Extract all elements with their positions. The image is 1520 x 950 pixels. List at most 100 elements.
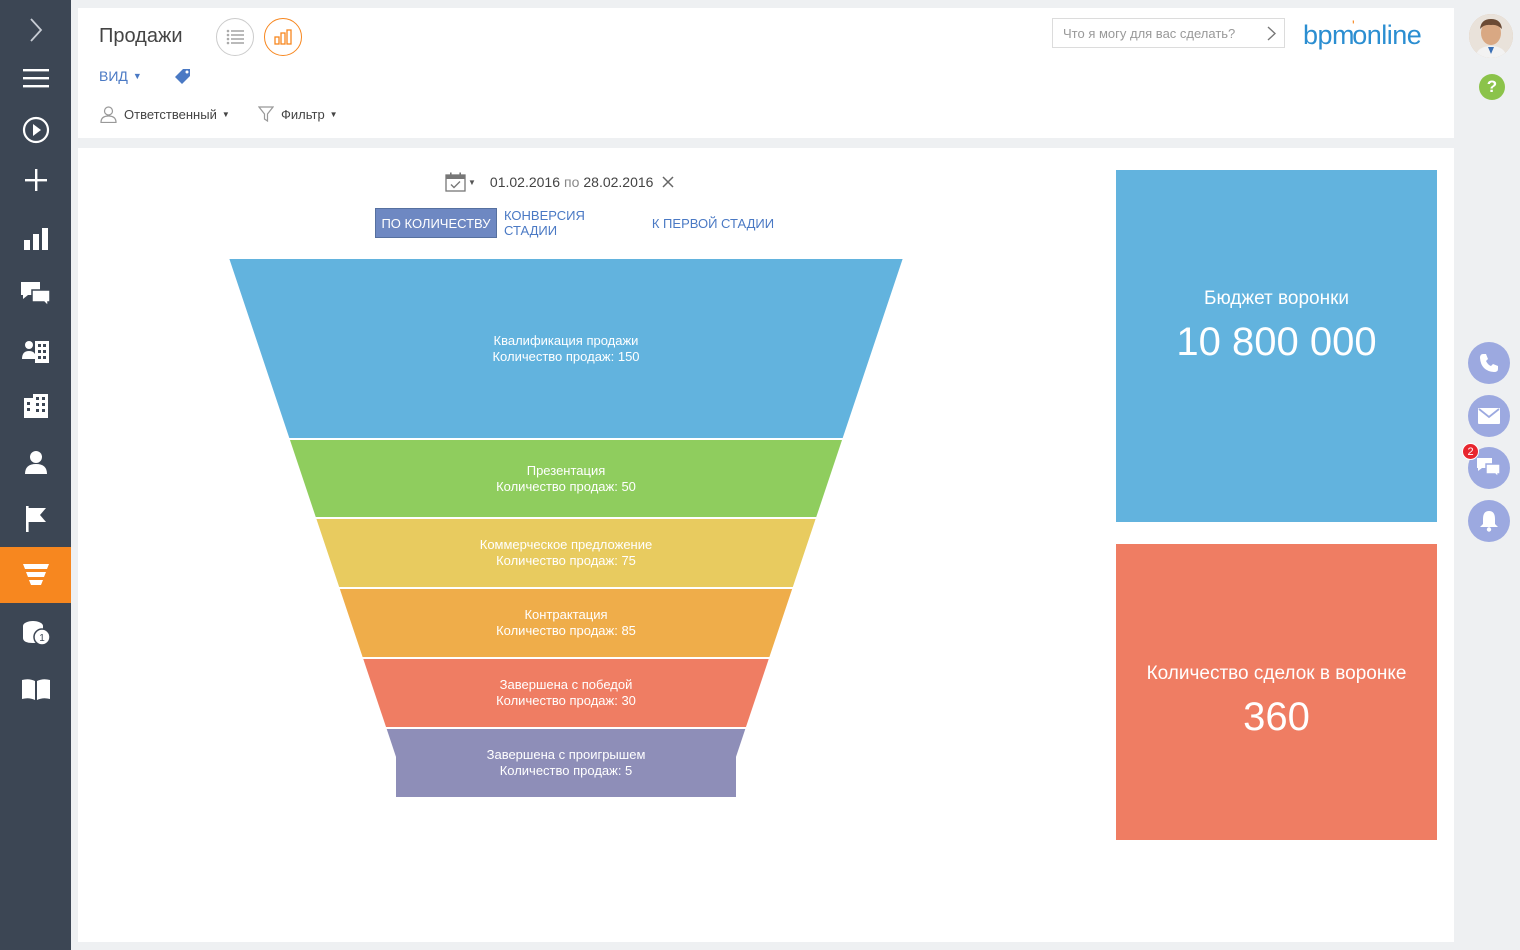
- mail-icon: [1478, 408, 1500, 424]
- sidebar-item-contacts-accounts[interactable]: [0, 323, 71, 379]
- view-menu-label: ВИД: [99, 68, 128, 84]
- tag-button[interactable]: [175, 68, 191, 89]
- avatar[interactable]: [1469, 14, 1513, 58]
- deals-count-kpi-tile: Количество сделок в воронке 360: [1116, 544, 1437, 840]
- page-title: Продажи: [99, 25, 183, 47]
- user-photo: [1469, 14, 1513, 58]
- period-filter: ▼ 01.02.2016 по 28.02.2016: [445, 172, 674, 192]
- sidebar-item-processes[interactable]: [0, 102, 71, 158]
- command-line: [1052, 18, 1285, 48]
- stage-count: Количество продаж: 30: [496, 693, 636, 708]
- budget-kpi-value: 10 800 000: [1176, 320, 1377, 364]
- bar-chart-icon: [23, 228, 48, 250]
- funnel-stage-label: Контрактация Количество продаж: 85: [228, 607, 904, 639]
- date-from[interactable]: 01.02.2016: [490, 174, 560, 190]
- caret-down-icon: ▼: [468, 177, 476, 187]
- deals-count-kpi-title: Количество сделок в воронке: [1146, 663, 1407, 684]
- sidebar-item-activities[interactable]: [0, 491, 71, 547]
- stage-name: Квалификация продажи: [493, 332, 639, 348]
- stage-name: Завершена с проигрышем: [486, 747, 646, 762]
- clear-period-button[interactable]: [662, 176, 674, 188]
- filter-icon: [258, 106, 274, 123]
- sidebar-item-accounts[interactable]: [0, 378, 71, 434]
- sidebar-item-contacts[interactable]: [0, 434, 71, 490]
- responsible-filter[interactable]: Ответственный ▼: [100, 106, 230, 123]
- flag-icon: [25, 506, 46, 532]
- stage-count: Количество продаж: 85: [496, 623, 636, 638]
- plus-icon: [24, 169, 47, 191]
- coins-icon: 1: [22, 621, 50, 646]
- view-menu[interactable]: ВИД ▼: [99, 68, 142, 84]
- tab-by-quantity[interactable]: ПО КОЛИЧЕСТВУ: [375, 208, 497, 238]
- caret-down-icon: ▼: [221, 110, 230, 119]
- sidebar-item-knowledge-base[interactable]: [0, 661, 71, 717]
- analytics-view-button[interactable]: [264, 18, 302, 56]
- stage-count: Количество продаж: 150: [492, 348, 640, 364]
- sidebar-item-funnel[interactable]: [0, 547, 71, 603]
- chevron-right-icon: [29, 18, 42, 42]
- list-icon: [226, 29, 244, 45]
- sidebar-item-dashboards[interactable]: [0, 211, 71, 267]
- date-separator: по: [564, 174, 580, 190]
- funnel-chart: Квалификация продажи Количество продаж: 1…: [226, 257, 906, 808]
- stage-name: Коммерческое предложение: [479, 537, 653, 552]
- responsible-filter-label: Ответственный: [124, 107, 217, 122]
- deals-count-kpi-value: 360: [1243, 695, 1310, 739]
- coins-badge: 1: [39, 633, 45, 644]
- funnel-stage-label: Квалификация продажи Количество продаж: 1…: [228, 333, 904, 365]
- filter-menu-label: Фильтр: [281, 107, 325, 122]
- funnel-stage-label: Завершена с проигрышем Количество продаж:…: [228, 747, 904, 779]
- filter-menu[interactable]: Фильтр ▼: [258, 106, 338, 123]
- budget-kpi-title: Бюджет воронки: [1203, 288, 1349, 309]
- caret-down-icon: ▼: [132, 71, 142, 81]
- phone-icon: [1480, 354, 1498, 372]
- funnel-stage-label: Завершена с победой Количество продаж: 30: [228, 677, 904, 709]
- calendar-icon: [445, 172, 466, 192]
- funnel-stage-label: Коммерческое предложение Количество прода…: [228, 537, 904, 569]
- date-to[interactable]: 28.02.2016: [583, 174, 653, 190]
- book-icon: [21, 679, 50, 700]
- stage-count: Количество продаж: 50: [496, 478, 636, 494]
- contacts-icon: [21, 341, 49, 363]
- sidebar-item-feed[interactable]: [0, 266, 71, 322]
- tag-icon: [175, 69, 190, 84]
- chat-icon: [1477, 458, 1501, 478]
- user-outline-icon: [100, 106, 117, 123]
- play-icon: [22, 116, 49, 144]
- sidebar-item-add[interactable]: [0, 152, 71, 208]
- sidebar-item-opportunities[interactable]: 1: [0, 605, 71, 661]
- stage-name: Контрактация: [524, 607, 608, 622]
- building-icon: [23, 394, 48, 418]
- tab-to-first-stage[interactable]: К ПЕРВОЙ СТАДИИ: [650, 208, 776, 238]
- list-view-button[interactable]: [216, 18, 254, 56]
- funnel-stage-label: Презентация Количество продаж: 50: [228, 463, 904, 495]
- phone-button[interactable]: [1468, 342, 1510, 384]
- funnel-dashboard: ▼ 01.02.2016 по 28.02.2016 ПО КОЛИЧЕСТВУ…: [78, 148, 1454, 942]
- stage-name: Завершена с победой: [499, 677, 633, 692]
- help-icon[interactable]: ?: [1479, 74, 1505, 100]
- period-picker-button[interactable]: ▼: [445, 172, 476, 192]
- funnel-icon: [22, 564, 49, 585]
- sidebar-menu-button[interactable]: [0, 50, 71, 106]
- notifications-button[interactable]: [1468, 500, 1510, 542]
- page-header: Продажи ВИД ▼ Ответственный ▼ Фильтр ▼ bpm'…: [78, 8, 1454, 138]
- chat-notification-badge: 2: [1462, 443, 1479, 460]
- email-button[interactable]: [1468, 395, 1510, 437]
- stage-count: Количество продаж: 75: [496, 553, 636, 568]
- person-icon: [24, 451, 47, 474]
- command-line-input[interactable]: [1053, 19, 1253, 47]
- budget-kpi-tile: Бюджет воронки 10 800 000: [1116, 170, 1437, 522]
- sidebar: 1: [0, 0, 71, 950]
- stage-name: Презентация: [526, 462, 606, 478]
- caret-down-icon: ▼: [329, 110, 338, 119]
- stage-count: Количество продаж: 5: [499, 763, 633, 778]
- chat-icon: [20, 282, 51, 306]
- bell-icon: [1480, 511, 1498, 532]
- tab-stage-conversion[interactable]: КОНВЕРСИЯ СТАДИИ: [504, 208, 638, 238]
- close-icon: [662, 176, 674, 188]
- chart-view-icon: [274, 29, 292, 45]
- menu-icon: [22, 69, 49, 88]
- chevron-right-icon[interactable]: [1267, 26, 1276, 41]
- bpmonline-logo: bpm'online: [1303, 17, 1422, 50]
- communication-panel: ? 2: [1455, 0, 1520, 950]
